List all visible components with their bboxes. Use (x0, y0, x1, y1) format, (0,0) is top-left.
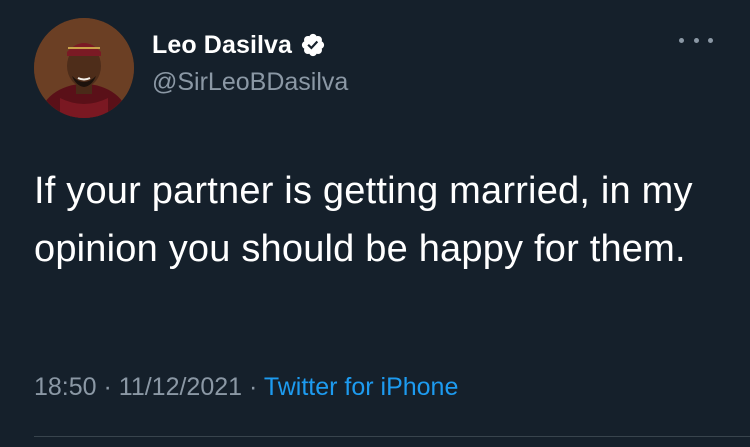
tweet-text: If your partner is getting married, in m… (34, 170, 693, 270)
meta-separator: · (96, 373, 119, 401)
avatar-image (34, 18, 134, 118)
dot-icon (708, 37, 713, 43)
tweet-meta: 18:50 · 11/12/2021 · Twitter for iPhone (34, 373, 458, 402)
tweet-date[interactable]: 11/12/2021 (119, 373, 242, 401)
author-name-row: Leo Dasilva (152, 30, 326, 60)
meta-separator: · (242, 373, 264, 401)
author-avatar[interactable] (34, 18, 134, 118)
tweet-card: Leo Dasilva @SirLeoBDasilva If your part… (0, 0, 750, 447)
author-display-name[interactable]: Leo Dasilva (152, 31, 292, 60)
author-handle[interactable]: @SirLeoBDasilva (152, 68, 348, 97)
dot-icon (693, 37, 699, 43)
divider (34, 436, 750, 437)
tweet-source-link[interactable]: Twitter for iPhone (264, 373, 459, 401)
dot-icon (679, 37, 684, 43)
ellipsis-icon[interactable] (679, 33, 713, 47)
tweet-time[interactable]: 18:50 (34, 373, 97, 401)
verified-badge-icon (300, 32, 326, 58)
